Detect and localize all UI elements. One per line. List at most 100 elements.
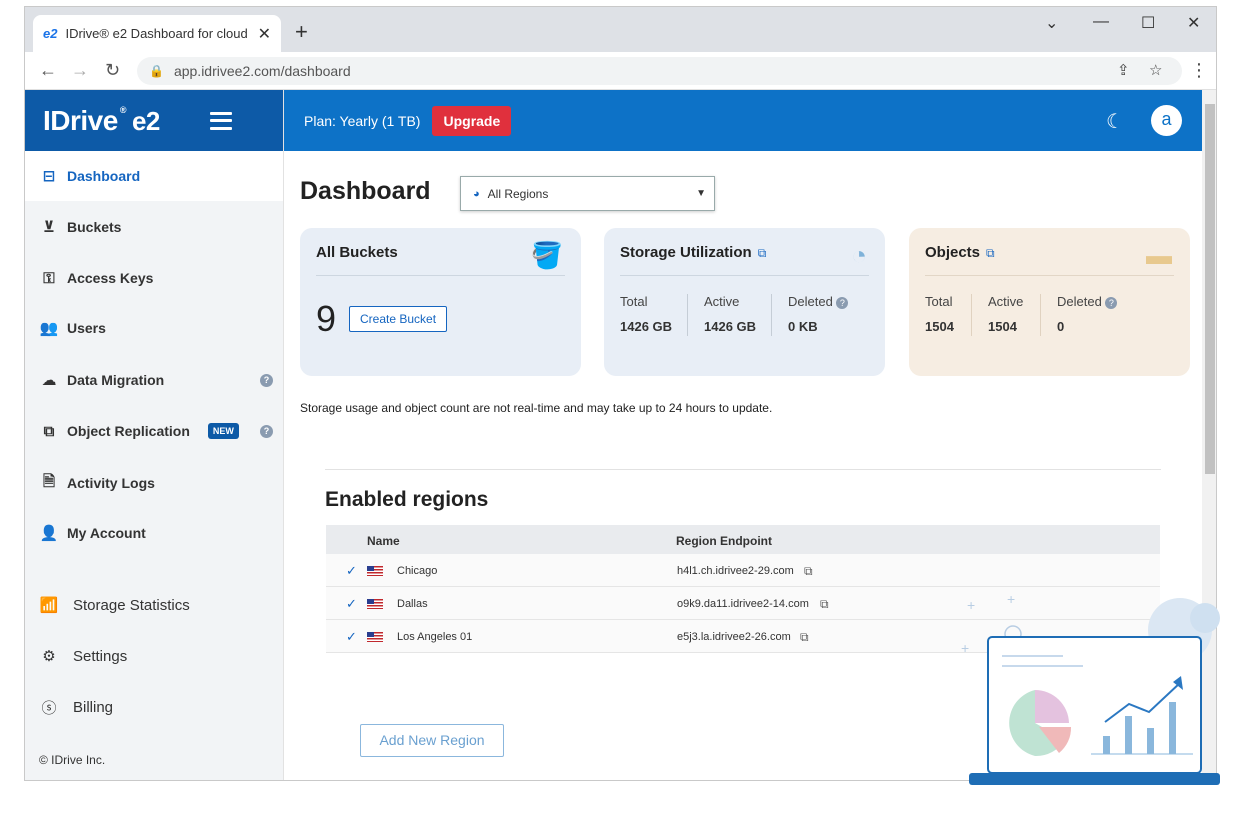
storage-deleted: Deleted ? 0 KB — [788, 294, 849, 334]
col-endpoint: Region Endpoint — [676, 534, 772, 548]
layout-icon: ⊟ — [42, 168, 56, 185]
favicon: e2 — [43, 26, 58, 41]
copy-icon[interactable]: ⧉ — [804, 564, 813, 579]
share-icon[interactable]: ⇪ — [1117, 61, 1130, 79]
storage-total: Total 1426 GB — [620, 294, 673, 334]
browser-tab[interactable]: e2 IDrive® e2 Dashboard for cloud ✕ — [33, 15, 281, 52]
storage-card: Storage Utilization ⧉ ◔ Total 1426 GB Acti… — [604, 228, 885, 376]
bucket-icon: 🪣 — [530, 240, 563, 270]
col-name: Name — [367, 534, 400, 548]
lock-icon: 🔒 — [149, 64, 164, 78]
us-flag-icon — [367, 599, 383, 609]
avatar[interactable]: a — [1151, 105, 1182, 136]
dashboard-illustration: + + + — [961, 591, 1220, 785]
objects-active: Active 1504 — [988, 294, 1024, 334]
objects-deleted: Deleted ? 0 — [1057, 294, 1118, 334]
sidebar-item-buckets[interactable]: ⊻ Buckets — [25, 202, 283, 252]
create-bucket-button[interactable]: Create Bucket — [349, 306, 448, 332]
bucket-count: 9 — [316, 298, 337, 339]
gear-icon: ⚙ — [42, 648, 56, 665]
new-tab-icon[interactable]: + — [295, 19, 308, 45]
us-flag-icon — [367, 632, 383, 642]
tab-title: IDrive® e2 Dashboard for cloud — [65, 26, 248, 41]
objects-total: Total 1504 — [925, 294, 954, 334]
replication-icon: ⧉ — [43, 422, 55, 440]
check-icon: ✓ — [346, 596, 357, 611]
brand-header: IDrive ® e2 — [25, 90, 283, 151]
svg-text:+: + — [967, 597, 975, 613]
sidebar-item-my-account[interactable]: 👤 My Account — [25, 508, 283, 558]
regions-title: Enabled regions — [325, 488, 489, 511]
sidebar-item-activity-logs[interactable]: 🗎 Activity Logs — [25, 458, 283, 508]
sidebar-item-dashboard[interactable]: ⊟ Dashboard — [25, 151, 283, 201]
document-icon: 🗎 — [42, 472, 56, 490]
forward-icon[interactable]: → — [71, 60, 89, 81]
key-icon: ⚿ — [43, 269, 55, 287]
person-icon: 👤 — [39, 525, 59, 542]
buckets-card: All Buckets 🪣 9 Create Bucket — [300, 228, 581, 376]
region-select[interactable]: ◕ All Regions ▼ — [460, 176, 715, 211]
url-field[interactable]: 🔒 app.idrivee2.com/dashboard ⇪ ☆ — [137, 57, 1182, 85]
sidebar: IDrive ® e2 ⊟ Dashboard ⊻ Buckets ⚿ Access… — [25, 90, 284, 780]
globe-icon: ◕ — [473, 187, 480, 200]
bucket-icon: ⊻ — [42, 219, 56, 236]
caret-down-icon: ▼ — [696, 188, 706, 199]
idrive-logo[interactable]: IDrive ® e2 — [43, 105, 160, 137]
sidebar-item-users[interactable]: 👥 Users — [25, 303, 283, 353]
copyright: © IDrive Inc. — [39, 753, 106, 767]
window-close-icon[interactable]: ✕ — [1187, 13, 1200, 33]
add-new-region-button[interactable]: Add New Region — [360, 724, 504, 757]
help-icon[interactable]: ? — [836, 297, 849, 309]
help-icon[interactable]: ? — [1105, 297, 1118, 309]
usage-note: Storage usage and object count are not r… — [300, 401, 773, 415]
external-link-icon[interactable]: ⧉ — [758, 246, 767, 260]
browser-menu-icon[interactable]: ⋮ — [1190, 60, 1208, 81]
svg-text:+: + — [1007, 591, 1015, 607]
cloud-icon: ☁ — [41, 372, 57, 389]
top-bar: Plan: Yearly (1 TB) Upgrade ☾ a — [284, 90, 1202, 151]
address-bar: ← → ↻ 🔒 app.idrivee2.com/dashboard ⇪ ☆ ⋮ — [25, 52, 1216, 90]
copy-icon[interactable]: ⧉ — [820, 597, 829, 612]
help-icon[interactable]: ? — [260, 424, 273, 438]
check-icon: ✓ — [346, 629, 357, 644]
users-icon: 👥 — [39, 320, 59, 337]
bookmark-star-icon[interactable]: ☆ — [1149, 61, 1162, 79]
card-title: All Buckets — [316, 244, 398, 261]
reload-icon[interactable]: ↻ — [105, 60, 120, 81]
external-link-icon[interactable]: ⧉ — [986, 246, 995, 260]
sidebar-item-billing[interactable]: ⓢ Billing — [25, 682, 283, 732]
card-title: Objects — [925, 244, 981, 261]
tab-strip: e2 IDrive® e2 Dashboard for cloud ✕ + ⌄ … — [25, 7, 1216, 52]
card-title: Storage Utilization — [620, 244, 752, 261]
regions-table-header: Name Region Endpoint — [326, 525, 1160, 554]
close-tab-icon[interactable]: ✕ — [258, 24, 271, 44]
bar-chart-icon: 📶 — [39, 597, 59, 614]
svg-text:+: + — [961, 640, 969, 656]
url-text: app.idrivee2.com/dashboard — [173, 63, 351, 79]
pie-chart-icon: ◔ — [851, 240, 867, 270]
minimize-icon[interactable]: — — [1093, 13, 1109, 31]
copy-icon[interactable]: ⧉ — [800, 630, 809, 645]
moon-icon[interactable]: ☾ — [1106, 109, 1124, 134]
folder-icon: ▬ — [1146, 240, 1172, 270]
check-icon: ✓ — [346, 563, 357, 578]
dollar-icon: ⓢ — [41, 699, 57, 717]
maximize-icon[interactable]: ☐ — [1141, 13, 1155, 33]
plan-label: Plan: Yearly (1 TB) — [304, 112, 421, 129]
table-row: ✓ Chicago h4l1.ch.idrivee2-29.com ⧉ — [326, 554, 1160, 587]
sidebar-item-storage-statistics[interactable]: 📶 Storage Statistics — [25, 580, 283, 630]
sidebar-item-access-keys[interactable]: ⚿ Access Keys — [25, 253, 283, 303]
tab-search-icon[interactable]: ⌄ — [1045, 13, 1058, 33]
new-badge: NEW — [207, 423, 239, 439]
hamburger-menu-icon[interactable] — [209, 111, 232, 130]
us-flag-icon — [367, 566, 383, 576]
sidebar-item-data-migration[interactable]: ☁ Data Migration ? — [25, 355, 283, 405]
page-title: Dashboard — [300, 177, 431, 205]
objects-card: Objects ⧉ ▬ Total 1504 Active 1504 Deleted … — [909, 228, 1190, 376]
sidebar-item-object-replication[interactable]: ⧉ Object Replication NEW ? — [25, 406, 283, 456]
help-icon[interactable]: ? — [260, 373, 273, 387]
upgrade-button[interactable]: Upgrade — [432, 105, 512, 136]
back-icon[interactable]: ← — [39, 60, 57, 81]
sidebar-item-settings[interactable]: ⚙ Settings — [25, 631, 283, 681]
storage-active: Active 1426 GB — [704, 294, 757, 334]
